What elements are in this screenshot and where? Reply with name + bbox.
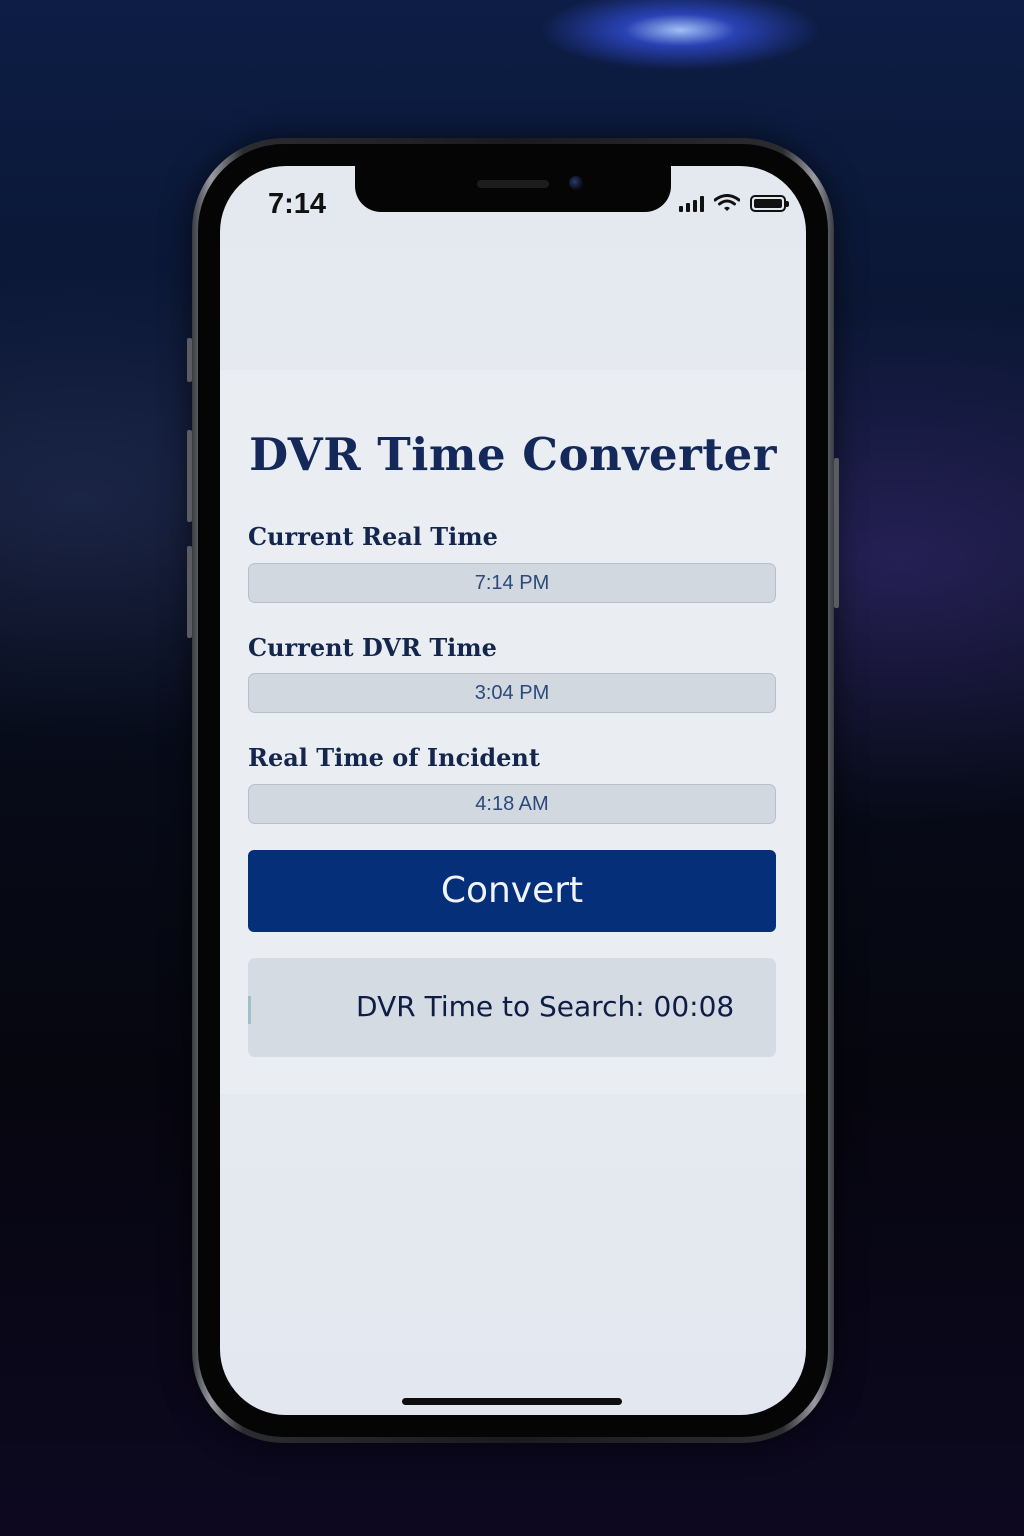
current-real-time-label: Current Real Time [248, 522, 498, 551]
phone-frame: 7:14 DVR Time Converter Current Real Tim… [187, 138, 839, 1443]
converter-card: DVR Time Converter Current Real Time 7:1… [220, 370, 806, 1094]
result-text: DVR Time to Search: 00:08 [356, 990, 735, 1023]
battery-icon [750, 195, 789, 212]
current-real-time-input[interactable]: 7:14 PM [248, 563, 776, 603]
current-dvr-time-input[interactable]: 3:04 PM [248, 673, 776, 713]
volume-up-button [187, 430, 192, 522]
status-bar-icons [679, 194, 789, 212]
notch [355, 166, 671, 212]
wifi-icon [714, 194, 740, 211]
cellular-signal-icon [679, 196, 704, 212]
home-indicator[interactable] [402, 1398, 622, 1405]
status-bar-time: 7:14 [268, 188, 327, 220]
front-camera [569, 176, 583, 190]
earpiece-speaker [477, 180, 549, 188]
result-accent-bar [248, 996, 251, 1024]
incident-time-input[interactable]: 4:18 AM [248, 784, 776, 824]
volume-down-button [187, 546, 192, 638]
mute-switch [187, 338, 192, 382]
current-dvr-time-label: Current DVR Time [248, 633, 497, 662]
result-box: DVR Time to Search: 00:08 [248, 958, 776, 1057]
phone-screen: 7:14 DVR Time Converter Current Real Tim… [220, 166, 806, 1415]
background-blur [20, 430, 62, 569]
phone-bezel: 7:14 DVR Time Converter Current Real Tim… [198, 144, 828, 1437]
power-button [834, 458, 839, 608]
incident-time-label: Real Time of Incident [248, 743, 540, 772]
convert-button[interactable]: Convert [248, 850, 776, 932]
page-title: DVR Time Converter [249, 428, 777, 481]
